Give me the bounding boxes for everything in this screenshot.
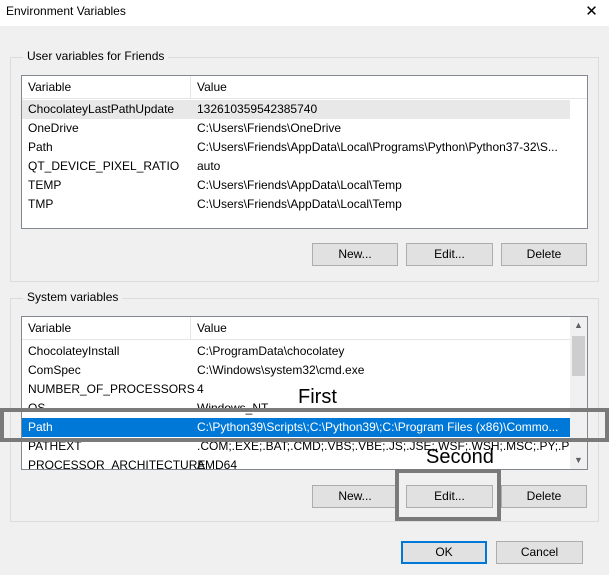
user-new-button[interactable]: New... xyxy=(312,243,398,266)
value-cell: C:\Windows\system32\cmd.exe xyxy=(197,363,365,377)
variable-cell: NUMBER_OF_PROCESSORS xyxy=(28,382,195,396)
variable-cell: QT_DEVICE_PIXEL_RATIO xyxy=(28,159,180,173)
value-cell: 4 xyxy=(197,382,204,396)
cancel-button[interactable]: Cancel xyxy=(496,541,583,564)
list-header: Variable Value xyxy=(22,317,587,340)
window-title: Environment Variables xyxy=(6,4,126,18)
table-row[interactable]: TMP C:\Users\Friends\AppData\Local\Temp xyxy=(22,195,570,214)
column-divider[interactable] xyxy=(190,317,191,339)
variable-cell: PROCESSOR_ARCHITECTURE xyxy=(28,458,206,470)
user-variables-list[interactable]: Variable Value ChocolateyLastPathUpdate … xyxy=(21,75,588,229)
system-new-button[interactable]: New... xyxy=(312,485,398,508)
variable-cell: ChocolateyLastPathUpdate xyxy=(28,102,175,116)
user-variables-legend: User variables for Friends xyxy=(23,49,169,63)
column-header-variable[interactable]: Variable xyxy=(28,80,71,94)
system-variables-legend: System variables xyxy=(23,290,123,304)
value-cell: 132610359542385740 xyxy=(197,102,318,116)
value-cell: auto xyxy=(197,159,221,173)
column-divider[interactable] xyxy=(190,76,191,98)
table-row[interactable]: ChocolateyLastPathUpdate 132610359542385… xyxy=(22,100,570,119)
variable-cell: ComSpec xyxy=(28,363,81,377)
user-edit-button[interactable]: Edit... xyxy=(406,243,493,266)
table-row[interactable]: NUMBER_OF_PROCESSORS 4 xyxy=(22,380,570,399)
value-cell: C:\Users\Friends\AppData\Local\Programs\… xyxy=(197,140,558,154)
value-cell: C:\Users\Friends\AppData\Local\Temp xyxy=(197,178,402,192)
table-row[interactable]: ComSpec C:\Windows\system32\cmd.exe xyxy=(22,361,570,380)
ok-button[interactable]: OK xyxy=(401,541,487,564)
table-row[interactable]: Path C:\Users\Friends\AppData\Local\Prog… xyxy=(22,138,570,157)
column-header-variable[interactable]: Variable xyxy=(28,321,71,335)
scroll-down-icon[interactable]: ▼ xyxy=(570,452,587,469)
title-bar: Environment Variables ✕ xyxy=(0,0,609,26)
variable-cell: TEMP xyxy=(28,178,62,192)
value-cell: C:\Users\Friends\AppData\Local\Temp xyxy=(197,197,402,211)
system-delete-button[interactable]: Delete xyxy=(501,485,587,508)
annotation-second-box xyxy=(395,469,501,521)
list-header: Variable Value xyxy=(22,76,587,99)
annotation-first-box xyxy=(0,408,609,442)
variable-cell: OneDrive xyxy=(28,121,79,135)
user-delete-button[interactable]: Delete xyxy=(501,243,587,266)
variable-cell: Path xyxy=(28,140,53,154)
table-row[interactable]: ChocolateyInstall C:\ProgramData\chocola… xyxy=(22,342,570,361)
column-header-value[interactable]: Value xyxy=(197,321,227,335)
value-cell: C:\Users\Friends\OneDrive xyxy=(197,121,342,135)
table-row[interactable]: TEMP C:\Users\Friends\AppData\Local\Temp xyxy=(22,176,570,195)
column-header-value[interactable]: Value xyxy=(197,80,227,94)
table-row[interactable]: OneDrive C:\Users\Friends\OneDrive xyxy=(22,119,570,138)
vertical-scrollbar[interactable]: ▲ ▼ xyxy=(570,317,587,469)
table-row[interactable]: QT_DEVICE_PIXEL_RATIO auto xyxy=(22,157,570,176)
value-cell: C:\ProgramData\chocolatey xyxy=(197,344,345,358)
scroll-up-icon[interactable]: ▲ xyxy=(570,317,587,334)
scrollbar-thumb[interactable] xyxy=(572,336,585,376)
annotation-second-label: Second xyxy=(426,446,494,468)
value-cell: AMD64 xyxy=(197,458,238,470)
variable-cell: TMP xyxy=(28,197,54,211)
variable-cell: ChocolateyInstall xyxy=(28,344,120,358)
close-icon[interactable]: ✕ xyxy=(574,0,609,26)
annotation-first-label: First xyxy=(298,386,337,408)
